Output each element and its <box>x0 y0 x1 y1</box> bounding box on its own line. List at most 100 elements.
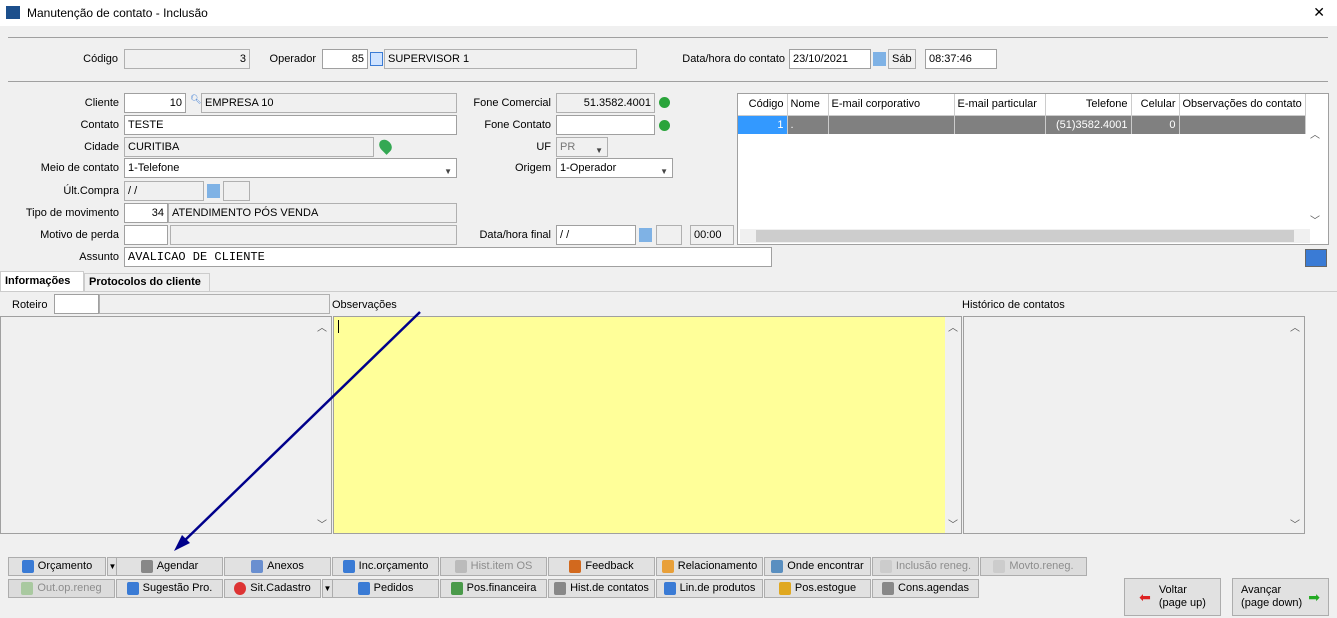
scroll-down-icon[interactable]: ﹀ <box>317 516 327 531</box>
origem-value: 1-Operador <box>560 162 617 174</box>
scroll-up-icon[interactable]: ︿ <box>1290 319 1300 334</box>
fone-contato-field[interactable] <box>556 115 655 135</box>
cell-celular[interactable]: 0 <box>1131 115 1180 134</box>
scroll-up-icon[interactable]: ︿ <box>317 319 327 334</box>
onde-encontrar-button[interactable]: Onde encontrar <box>764 557 871 576</box>
datafinal-field[interactable]: / / <box>556 225 636 245</box>
feedback-button[interactable]: Feedback <box>548 557 655 576</box>
hora-contato-field[interactable]: 08:37:46 <box>925 49 997 69</box>
col-email-corporativo[interactable]: E-mail corporativo <box>828 94 955 116</box>
grid-settings-icon[interactable] <box>1305 249 1327 267</box>
scroll-up-icon[interactable]: ︿ <box>948 319 958 334</box>
motivo-field[interactable] <box>124 225 168 245</box>
lin-produtos-button[interactable]: Lin.de produtos <box>656 579 763 598</box>
tipo-field[interactable]: 34 <box>124 203 168 223</box>
calendar-icon[interactable] <box>207 184 220 198</box>
roteiro-field[interactable] <box>54 294 99 314</box>
cell-telefone[interactable]: (51)3582.4001 <box>1045 115 1132 134</box>
calendar-icon[interactable] <box>873 52 886 66</box>
title-bar: Manutenção de contato - Inclusão ✕ <box>0 0 1337 26</box>
avancar-sublabel: (page down) <box>1241 597 1303 609</box>
close-button[interactable]: ✕ <box>1313 4 1325 21</box>
observacoes-textarea[interactable]: ︿ ﹀ <box>333 316 962 534</box>
sugestao-pro-button[interactable]: Sugestão Pro. <box>116 579 223 598</box>
hist-contatos-button[interactable]: Hist.de contatos <box>548 579 655 598</box>
sit-cadastro-button[interactable]: Sit.Cadastro <box>224 579 321 598</box>
cell-nome[interactable]: . <box>787 115 829 134</box>
movto-reneg-button[interactable]: Movto.reneg. <box>980 557 1087 576</box>
pedidos-button[interactable]: Pedidos <box>332 579 439 598</box>
hist-item-os-button[interactable]: Hist.item OS <box>440 557 547 576</box>
anexos-button[interactable]: Anexos <box>224 557 331 576</box>
cell-codigo[interactable]: 1 <box>738 115 788 134</box>
voltar-button[interactable]: ⬅ Voltar (page up) <box>1124 578 1221 616</box>
history-icon <box>454 560 467 573</box>
finance-icon <box>450 582 463 595</box>
whatsapp-icon[interactable] <box>659 120 670 131</box>
inclusao-reneg-button[interactable]: Inclusão reneg. <box>872 557 979 576</box>
contato-field[interactable]: TESTE <box>124 115 457 135</box>
cell-email-corporativo[interactable] <box>828 115 955 134</box>
orcamento-button[interactable]: Orçamento <box>8 557 106 576</box>
operador-field[interactable]: 85 <box>322 49 368 69</box>
historico-textarea[interactable]: ︿ ﹀ <box>963 316 1305 534</box>
col-celular[interactable]: Celular <box>1131 94 1180 116</box>
col-email-particular[interactable]: E-mail particular <box>954 94 1046 116</box>
whatsapp-icon[interactable] <box>659 97 670 108</box>
inc-orcamento-button[interactable]: Inc.orçamento <box>332 557 439 576</box>
roteiro-textarea[interactable]: ︿ ﹀ <box>0 316 332 534</box>
agenda-icon <box>140 560 153 573</box>
scroll-down-icon[interactable]: ﹀ <box>948 516 958 531</box>
scrollbar-thumb[interactable] <box>756 230 1294 242</box>
pos-estogue-button[interactable]: Pos.estogue <box>764 579 871 598</box>
dia-semana-field: Sáb <box>888 49 916 69</box>
relacionamento-button[interactable]: Relacionamento <box>656 557 763 576</box>
cliente-label: Cliente <box>84 97 119 109</box>
fone-comercial-field: 51.3582.4001 <box>556 93 655 113</box>
scroll-up-icon[interactable]: ︿ <box>1310 126 1320 141</box>
origem-select[interactable]: 1-Operador ▼ <box>556 158 673 178</box>
avancar-button[interactable]: Avançar (page down) ➡ <box>1232 578 1329 616</box>
tab-informacoes[interactable]: Informações <box>0 271 84 291</box>
button-label: Relacionamento <box>677 560 758 572</box>
col-telefone[interactable]: Telefone <box>1045 94 1132 116</box>
meio-select[interactable]: 1-Telefone ▼ <box>124 158 457 178</box>
chevron-down-icon: ▼ <box>660 167 668 176</box>
meio-value: 1-Telefone <box>128 162 180 174</box>
observacoes-label: Observações <box>332 299 397 311</box>
cell-email-particular[interactable] <box>954 115 1046 134</box>
table-row[interactable]: 1 . (51)3582.4001 0 <box>738 115 1306 134</box>
button-label: Pos.estogue <box>794 582 857 594</box>
chevron-down-icon: ▼ <box>595 146 603 155</box>
map-pin-icon[interactable] <box>376 137 395 155</box>
search-icon[interactable] <box>370 52 383 66</box>
contacts-grid[interactable]: Código Nome E-mail corporativo E-mail pa… <box>737 93 1329 245</box>
vertical-scrollbar[interactable]: ︿ ﹀ <box>945 317 961 533</box>
data-contato-field[interactable]: 23/10/2021 <box>789 49 871 69</box>
scroll-down-icon[interactable]: ﹀ <box>1310 212 1320 227</box>
search-dropdown-icon[interactable]: 🔍︎ <box>190 94 201 105</box>
scroll-down-icon[interactable]: ﹀ <box>1290 516 1300 531</box>
col-nome[interactable]: Nome <box>787 94 829 116</box>
assunto-field[interactable]: AVALICAO DE CLIENTE <box>124 247 772 267</box>
cons-agendas-button[interactable]: Cons.agendas <box>872 579 979 598</box>
app-icon <box>6 6 20 19</box>
avancar-label: Avançar <box>1241 584 1282 596</box>
col-codigo[interactable]: Código <box>738 94 788 116</box>
document-icon <box>21 560 34 573</box>
cliente-field[interactable]: 10 <box>124 93 186 113</box>
agendar-button[interactable]: Agendar <box>116 557 223 576</box>
calendar-icon[interactable] <box>639 228 652 242</box>
datafinal-label: Data/hora final <box>479 229 551 241</box>
cell-observacoes[interactable] <box>1179 115 1306 134</box>
motivo-nome-field <box>170 225 457 245</box>
button-label: Out.op.reneg <box>37 582 102 594</box>
cidade-label: Cidade <box>84 141 119 153</box>
pos-financeira-button[interactable]: Pos.financeira <box>440 579 547 598</box>
tab-protocolos[interactable]: Protocolos do cliente <box>84 273 210 291</box>
out-op-reneg-button[interactable]: Out.op.reneg <box>8 579 115 598</box>
col-observacoes[interactable]: Observações do contato <box>1179 94 1306 116</box>
button-label: Cons.agendas <box>898 582 969 594</box>
horizontal-scrollbar[interactable] <box>740 229 1310 243</box>
location-icon <box>771 560 784 573</box>
